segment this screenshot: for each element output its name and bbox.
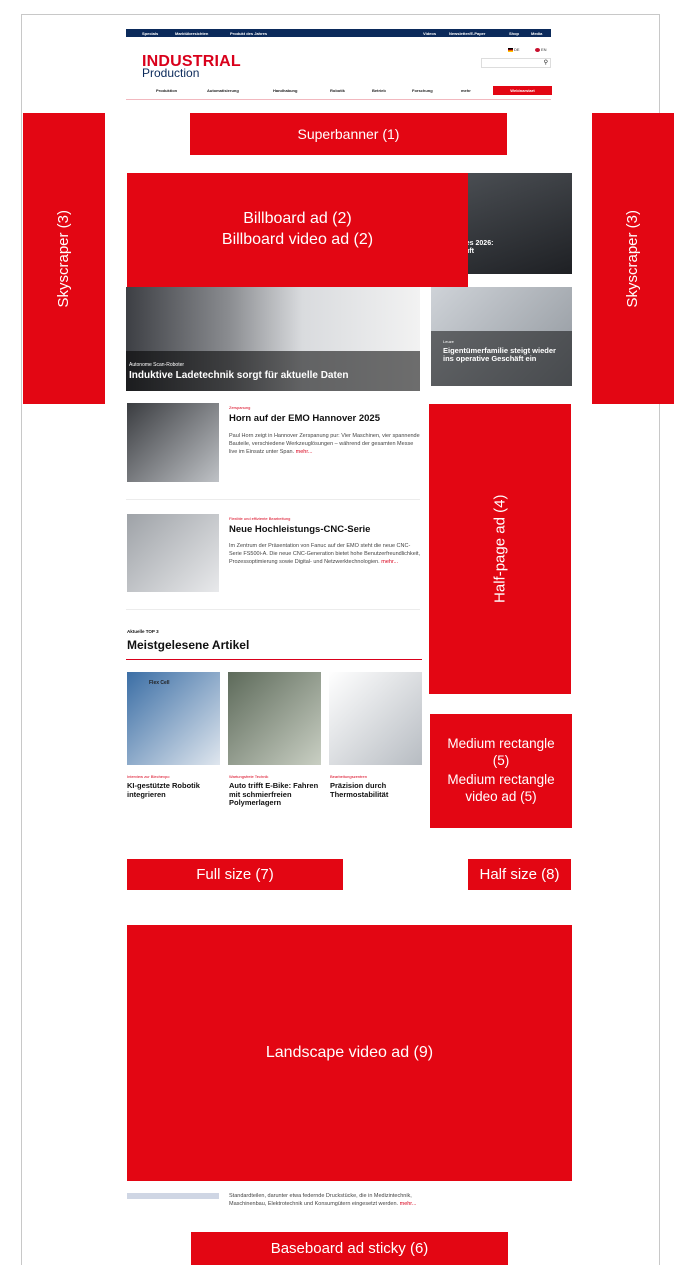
teaser-kicker: Leuze bbox=[443, 339, 454, 344]
read-more-link[interactable]: mehr... bbox=[400, 1201, 417, 1207]
ad-full-size[interactable]: Full size (7) bbox=[127, 859, 343, 890]
topbar-link-produkt-des-jahres[interactable]: Produkt des Jahres bbox=[230, 31, 267, 36]
topbar-link-shop[interactable]: Shop bbox=[509, 31, 519, 36]
hero-title: Induktive Ladetechnik sorgt für aktuelle… bbox=[129, 370, 349, 381]
card-image-caption: Flex Cell bbox=[149, 680, 170, 686]
ad-superbanner[interactable]: Superbanner (1) bbox=[190, 113, 507, 155]
topbar-link-specials[interactable]: Specials bbox=[142, 31, 158, 36]
ad-label: Skyscraper (3) bbox=[624, 209, 642, 308]
card-image-robotik[interactable]: Flex Cell bbox=[127, 672, 220, 765]
ad-label: Full size (7) bbox=[196, 865, 274, 883]
article-divider bbox=[126, 499, 420, 500]
article-title[interactable]: Horn auf der EMO Hannover 2025 bbox=[229, 413, 380, 424]
card-kicker: Bearbeitungszentren bbox=[330, 774, 367, 779]
search-input[interactable]: ⚲ bbox=[481, 58, 551, 68]
nav-item-produktion[interactable]: Produktion bbox=[156, 88, 177, 93]
ad-label: Superbanner (1) bbox=[297, 125, 400, 142]
ad-label: Billboard video ad (2) bbox=[221, 231, 374, 248]
ad-skyscraper-right[interactable]: Skyscraper (3) bbox=[592, 113, 674, 404]
card-title[interactable]: KI-gestützte Robotik integrieren bbox=[127, 781, 219, 799]
ad-half-size[interactable]: Half size (8) bbox=[468, 859, 571, 890]
ad-label: Billboard ad (2) bbox=[243, 210, 352, 228]
topbar-link-newsletter[interactable]: Newsletter/E-Paper bbox=[449, 31, 485, 36]
teaser-leuze[interactable]: Leuze Eigentümerfamilie steigt wieder in… bbox=[431, 287, 572, 386]
nav-item-robotik[interactable]: Robotik bbox=[330, 88, 345, 93]
section-title: Meistgelesene Artikel bbox=[127, 638, 250, 652]
nav-item-automatisierung[interactable]: Automatisierung bbox=[207, 88, 239, 93]
read-more-link[interactable]: mehr... bbox=[296, 449, 313, 455]
article-kicker: Flexible und effiziente Bearbeitung bbox=[229, 516, 291, 521]
topbar-link-media[interactable]: Media bbox=[531, 31, 542, 36]
teaser-title: Eigentümerfamilie steigt wieder ins oper… bbox=[443, 346, 556, 364]
ad-baseboard-sticky[interactable]: Baseboard ad sticky (6) bbox=[191, 1232, 508, 1265]
search-icon[interactable]: ⚲ bbox=[544, 59, 548, 66]
ad-label: Half size (8) bbox=[479, 865, 560, 883]
webinar-cta-button[interactable]: Webinarstart bbox=[493, 86, 552, 95]
language-en[interactable]: EN bbox=[535, 47, 547, 52]
ad-label: Medium rectangle (5) bbox=[447, 736, 555, 769]
language-de[interactable]: DE bbox=[508, 47, 520, 52]
article-teaser: Paul Horn zeigt in Hannover Zerspanung p… bbox=[229, 433, 420, 455]
ad-half-page[interactable]: Half-page ad (4) bbox=[429, 404, 571, 694]
nav-divider bbox=[126, 99, 551, 100]
footer-article-teaser: Standardteilen, darunter etwa federnde D… bbox=[229, 1193, 417, 1207]
english-flag-icon bbox=[535, 47, 540, 52]
site-logo-line2[interactable]: Production bbox=[142, 66, 199, 80]
article-title[interactable]: Neue Hochleistungs-CNC-Serie bbox=[229, 524, 370, 535]
card-kicker: Interview zur Blechexpo bbox=[127, 774, 170, 779]
nav-item-mehr[interactable]: mehr bbox=[461, 88, 471, 93]
ad-medium-rectangle[interactable]: Medium rectangle (5) Medium rectangle vi… bbox=[430, 714, 572, 828]
card-kicker: Wartungsfreie Technik bbox=[229, 774, 269, 779]
ad-label: Landscape video ad (9) bbox=[265, 1043, 434, 1061]
topbar-link-videos[interactable]: Videos bbox=[423, 31, 436, 36]
topbar-link-marktuebersichten[interactable]: Marktübersichten bbox=[175, 31, 208, 36]
nav-item-handhabung[interactable]: Handhabung bbox=[273, 88, 297, 93]
card-title[interactable]: Auto trifft E-Bike: Fahren mit schmierfr… bbox=[229, 781, 321, 808]
card-image-ebike[interactable] bbox=[228, 672, 321, 765]
top-utility-bar: Specials Marktübersichten Produkt des Ja… bbox=[126, 29, 551, 37]
section-kicker: Aktuelle TOP 3 bbox=[127, 629, 159, 634]
ad-label: Skyscraper (3) bbox=[55, 209, 73, 308]
ad-landscape-video[interactable]: Landscape video ad (9) bbox=[127, 925, 572, 1181]
section-divider bbox=[126, 659, 422, 660]
article-teaser: Im Zentrum der Präsentation von Fanuc au… bbox=[229, 543, 421, 565]
card-image-machine[interactable] bbox=[329, 672, 422, 765]
article-divider bbox=[126, 609, 420, 610]
ad-skyscraper-left[interactable]: Skyscraper (3) bbox=[23, 113, 105, 404]
german-flag-icon bbox=[508, 47, 513, 52]
nav-item-forschung[interactable]: Forschung bbox=[412, 88, 433, 93]
card-title[interactable]: Präzision durch Thermostabilität bbox=[330, 781, 422, 799]
nav-item-betrieb[interactable]: Betrieb bbox=[372, 88, 386, 93]
ad-label: Baseboard ad sticky (6) bbox=[270, 1239, 429, 1257]
read-more-link[interactable]: mehr... bbox=[381, 559, 398, 565]
article-image-horn[interactable] bbox=[127, 403, 219, 482]
hero-kicker: Autonome Scan-Roboter bbox=[129, 362, 185, 368]
hero-article[interactable]: Autonome Scan-Roboter Induktive Ladetech… bbox=[126, 287, 420, 391]
ad-billboard[interactable]: Billboard ad (2) Billboard video ad (2) bbox=[127, 173, 468, 287]
ad-label: Medium rectangle video ad (5) bbox=[447, 772, 555, 804]
article-image-cnc[interactable] bbox=[127, 514, 219, 592]
ad-label: Half-page ad (4) bbox=[491, 494, 509, 604]
article-kicker: Zerspanung bbox=[229, 405, 251, 410]
footer-article-image[interactable] bbox=[127, 1193, 219, 1199]
